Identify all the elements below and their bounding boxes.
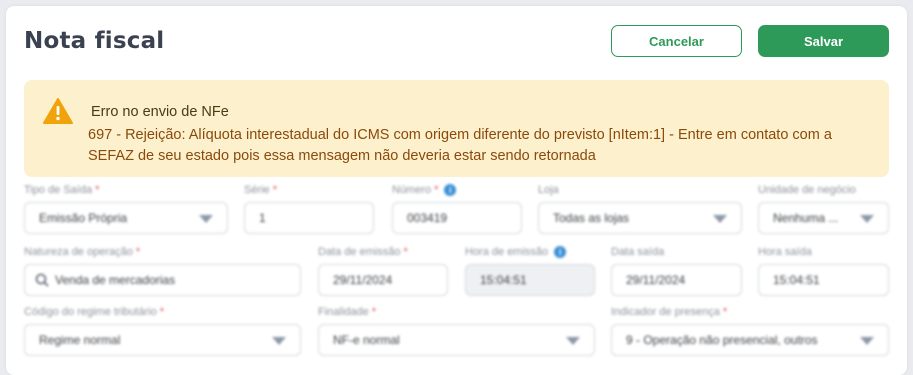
hora-emissao-value: 15:04:51: [480, 273, 527, 287]
hora-saida-input[interactable]: 15:04:51: [758, 264, 889, 296]
tipo-saida-field: Tipo de Saída * Emissão Própria: [24, 184, 228, 236]
tipo-saida-select[interactable]: Emissão Própria: [24, 202, 228, 234]
data-emissao-field: Data de emissão * 29/11/2024: [318, 246, 448, 298]
chevron-down-icon: [199, 215, 213, 223]
unidade-negocio-value: Nenhuma ...: [773, 211, 839, 225]
serie-label: Série *: [244, 184, 277, 196]
natureza-operacao-input[interactable]: Venda de mercadorias: [24, 264, 301, 296]
loja-value: Todas as lojas: [553, 211, 630, 225]
info-icon[interactable]: i: [444, 184, 457, 197]
loja-select[interactable]: Todas as lojas: [538, 202, 742, 234]
finalidade-select[interactable]: NF-e normal: [318, 324, 595, 356]
hora-saida-label: Hora saída: [758, 246, 812, 258]
indicador-presenca-value: 9 - Operação não presencial, outros: [626, 333, 818, 347]
indicador-presenca-select[interactable]: 9 - Operação não presencial, outros: [611, 324, 889, 356]
indicador-presenca-field: Indicador de presença * 9 - Operação não …: [611, 306, 889, 358]
hora-saida-field: Hora saída 15:04:51: [758, 246, 889, 298]
numero-value: 003419: [407, 211, 448, 225]
chevron-down-icon: [860, 215, 874, 223]
codigo-regime-value: Regime normal: [39, 333, 121, 347]
natureza-operacao-field: Natureza de operação * Venda de mercadori…: [24, 246, 301, 298]
data-emissao-label: Data de emissão *: [318, 246, 408, 258]
hora-emissao-label: Hora de emissão i: [465, 246, 567, 259]
data-saida-field: Data saída 29/11/2024: [611, 246, 742, 298]
loja-label: Loja: [538, 184, 559, 196]
tipo-saida-label: Tipo de Saída *: [24, 184, 100, 196]
codigo-regime-field: Código do regime tributário * Regime norm…: [24, 306, 301, 358]
indicador-presenca-label: Indicador de presença *: [611, 306, 728, 318]
data-saida-value: 29/11/2024: [626, 273, 686, 287]
chevron-down-icon: [272, 337, 286, 345]
chevron-down-icon: [860, 337, 874, 345]
natureza-operacao-label: Natureza de operação *: [24, 246, 141, 258]
numero-label: Número * i: [392, 184, 457, 197]
data-saida-input[interactable]: 29/11/2024: [611, 264, 742, 296]
loja-field: Loja Todas as lojas: [538, 184, 742, 236]
chevron-down-icon: [713, 215, 727, 223]
unidade-negocio-field: Unidade de negócio Nenhuma ...: [758, 184, 889, 236]
chevron-down-icon: [566, 337, 580, 345]
info-icon[interactable]: i: [554, 246, 567, 259]
numero-input[interactable]: 003419: [392, 202, 522, 234]
serie-input[interactable]: 1: [244, 202, 374, 234]
search-icon: [35, 273, 49, 287]
unidade-negocio-label: Unidade de negócio: [758, 184, 856, 196]
serie-field: Série * 1: [244, 184, 374, 236]
nota-fiscal-card: Nota fiscal Cancelar Salvar Erro no envi…: [6, 6, 907, 375]
hora-emissao-input: 15:04:51: [465, 264, 595, 296]
natureza-operacao-value: Venda de mercadorias: [55, 273, 176, 287]
data-saida-label: Data saída: [611, 246, 665, 258]
invoice-form: Tipo de Saída * Emissão Própria Série * 1 …: [6, 6, 907, 375]
hora-emissao-field: Hora de emissão i 15:04:51: [465, 246, 595, 298]
data-emissao-value: 29/11/2024: [333, 273, 393, 287]
unidade-negocio-select[interactable]: Nenhuma ...: [758, 202, 889, 234]
finalidade-label: Finalidade *: [318, 306, 377, 318]
tipo-saida-value: Emissão Própria: [39, 211, 128, 225]
codigo-regime-label: Código do regime tributário *: [24, 306, 164, 318]
finalidade-field: Finalidade * NF-e normal: [318, 306, 595, 358]
numero-field: Número * i 003419: [392, 184, 522, 236]
data-emissao-input[interactable]: 29/11/2024: [318, 264, 448, 296]
finalidade-value: NF-e normal: [333, 333, 400, 347]
serie-value: 1: [259, 211, 266, 225]
codigo-regime-select[interactable]: Regime normal: [24, 324, 301, 356]
hora-saida-value: 15:04:51: [773, 273, 820, 287]
